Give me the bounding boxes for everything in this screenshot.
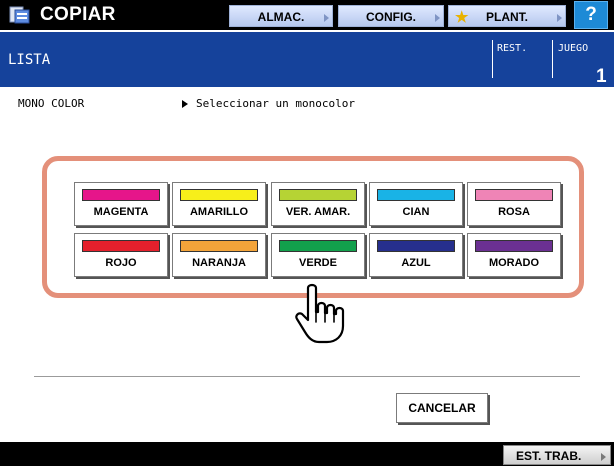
color-button-label: ROSA [498,206,530,218]
color-button-verde[interactable]: VERDE [271,233,365,277]
app-title: COPIAR [40,4,116,25]
help-button[interactable]: ? [574,1,608,29]
color-button-rojo[interactable]: ROJO [74,233,168,277]
color-swatch [279,189,357,201]
color-button-label: ROJO [105,257,137,269]
mode-label: MONO COLOR [18,97,85,110]
color-button-label: MAGENTA [93,206,149,218]
chevron-right-icon [601,453,606,461]
divider [492,40,493,78]
plant-button[interactable]: ★ PLANT. [448,5,566,27]
pointing-hand-icon [295,283,345,344]
color-swatch [180,240,258,252]
juego-value: 1 [596,66,607,87]
header-band: LISTA REST. JUEGO 1 [0,32,614,87]
plant-button-label: PLANT. [486,10,528,24]
color-button-naranja[interactable]: NARANJA [172,233,266,277]
copier-icon [9,6,30,24]
color-button-cian[interactable]: CIAN [369,182,463,226]
color-button-label: AMARILLO [189,206,249,218]
color-button-azul[interactable]: AZUL [369,233,463,277]
page-title: LISTA [8,52,51,68]
color-button-label: VERDE [299,257,337,269]
color-button-rosa[interactable]: ROSA [467,182,561,226]
mode-instruction: Seleccionar un monocolor [196,97,355,110]
chevron-right-icon [557,14,562,22]
color-swatch [377,240,455,252]
color-swatch [377,189,455,201]
color-button-label: NARANJA [192,257,246,269]
color-button-ver-amar[interactable]: VER. AMAR. [271,182,365,226]
color-button-amarillo[interactable]: AMARILLO [172,182,266,226]
almac-button-label: ALMAC. [257,10,305,24]
juego-label: JUEGO [558,43,589,54]
config-button-label: CONFIG. [366,10,416,24]
divider [552,40,553,78]
rest-label: REST. [497,43,528,54]
job-status-label: EST. TRAB. [516,449,582,463]
color-swatch [82,240,160,252]
top-bar: COPIAR ALMAC. CONFIG. ★ PLANT. ? [0,0,614,30]
color-button-magenta[interactable]: MAGENTA [74,182,168,226]
divider-line [34,376,580,377]
cancel-button[interactable]: CANCELAR [396,393,488,423]
color-swatch [82,189,160,201]
color-button-label: VER. AMAR. [285,206,351,218]
chevron-right-icon [435,14,440,22]
color-swatch [475,240,553,252]
almac-button[interactable]: ALMAC. [229,5,333,27]
color-button-label: MORADO [488,257,540,269]
bottom-bar: EST. TRAB. [0,442,614,466]
color-swatch [279,240,357,252]
config-button[interactable]: CONFIG. [338,5,444,27]
color-button-label: CIAN [402,206,430,218]
color-swatch [180,189,258,201]
color-button-morado[interactable]: MORADO [467,233,561,277]
color-swatch [475,189,553,201]
arrow-right-icon [182,100,188,108]
chevron-right-icon [324,14,329,22]
job-status-button[interactable]: EST. TRAB. [503,445,611,465]
color-button-label: AZUL [401,257,431,269]
